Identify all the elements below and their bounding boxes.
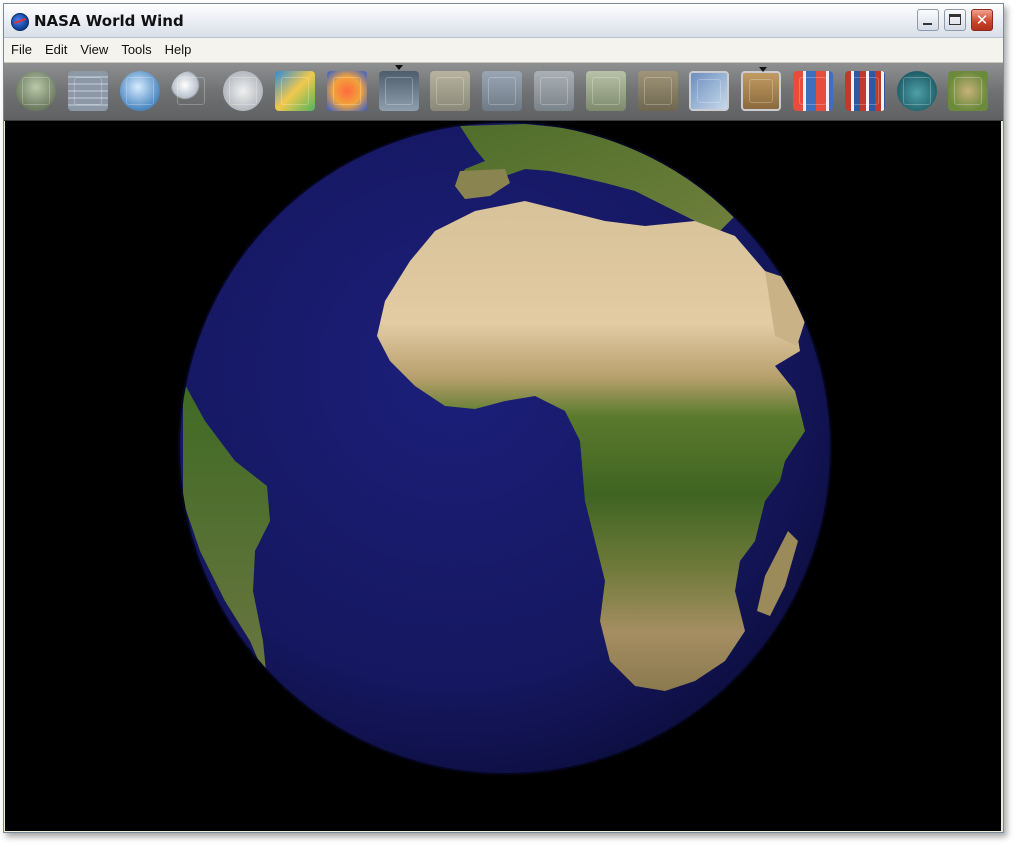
landsat-button[interactable] [378, 65, 419, 111]
dome-icon [902, 77, 931, 105]
lat-lon-grid-button[interactable] [67, 71, 108, 111]
maximize-icon [949, 14, 961, 25]
window-title: NASA World Wind [34, 12, 184, 30]
map-tile-icon [384, 77, 413, 105]
grid-icon [73, 77, 102, 105]
magnifier-icon [177, 77, 206, 105]
menu-edit[interactable]: Edit [39, 38, 73, 62]
flag-icon [799, 77, 827, 105]
toolbar [4, 63, 1003, 121]
map-tile-icon [697, 79, 722, 103]
app-window: NASA World Wind ✕ File Edit View Tools Help [3, 3, 1004, 833]
onearth-button[interactable] [741, 67, 782, 111]
nasa-logo-icon [11, 13, 29, 31]
map-tile-icon [749, 79, 774, 103]
usgs-imagery-button[interactable] [534, 71, 574, 111]
terrain-button[interactable] [948, 71, 989, 111]
minimize-button[interactable] [917, 9, 939, 31]
map-tile-icon [436, 77, 465, 105]
map-tile-icon [591, 77, 620, 105]
minimize-icon [923, 23, 932, 25]
scale-bar-button[interactable] [223, 71, 264, 111]
globe-render[interactable] [5, 121, 1001, 831]
menu-help[interactable]: Help [159, 38, 198, 62]
boundaries-button[interactable] [844, 71, 885, 111]
globe-lines-icon [125, 77, 154, 105]
temperature-button[interactable] [326, 71, 367, 111]
map-tile-icon [488, 77, 517, 105]
map-tile-icon [540, 77, 568, 105]
maximize-button[interactable] [944, 9, 966, 31]
weather-button[interactable] [275, 71, 315, 111]
dropdown-arrow-icon [394, 65, 403, 70]
menu-tools[interactable]: Tools [115, 38, 157, 62]
menu-file[interactable]: File [5, 38, 38, 62]
flags-grid-icon [850, 77, 879, 105]
close-button[interactable]: ✕ [971, 9, 993, 31]
menu-bar: File Edit View Tools Help [4, 38, 1003, 63]
search-button[interactable] [171, 71, 212, 111]
geocover-button[interactable] [689, 71, 730, 111]
place-names-button[interactable] [119, 71, 160, 111]
layers-icon [22, 77, 50, 105]
dropdown-arrow-icon [759, 67, 768, 72]
compass-icon [229, 77, 258, 105]
zoomit-button[interactable] [585, 71, 626, 111]
close-icon: ✕ [975, 11, 989, 29]
flags-button[interactable] [793, 71, 833, 111]
usgs-urban-button[interactable] [482, 71, 523, 111]
map-tile-icon [643, 77, 672, 105]
blue-marble-button[interactable] [637, 71, 678, 111]
terrain-icon [954, 77, 983, 105]
usgs-topo-button[interactable] [430, 71, 471, 111]
heatmap-icon [332, 77, 361, 105]
menu-view[interactable]: View [74, 38, 114, 62]
title-bar[interactable]: NASA World Wind ✕ [4, 4, 1003, 38]
stars-button[interactable] [896, 71, 937, 111]
layer-manager-button[interactable] [16, 71, 56, 111]
weather-icon [281, 77, 309, 105]
globe-viewport[interactable] [5, 121, 1001, 831]
